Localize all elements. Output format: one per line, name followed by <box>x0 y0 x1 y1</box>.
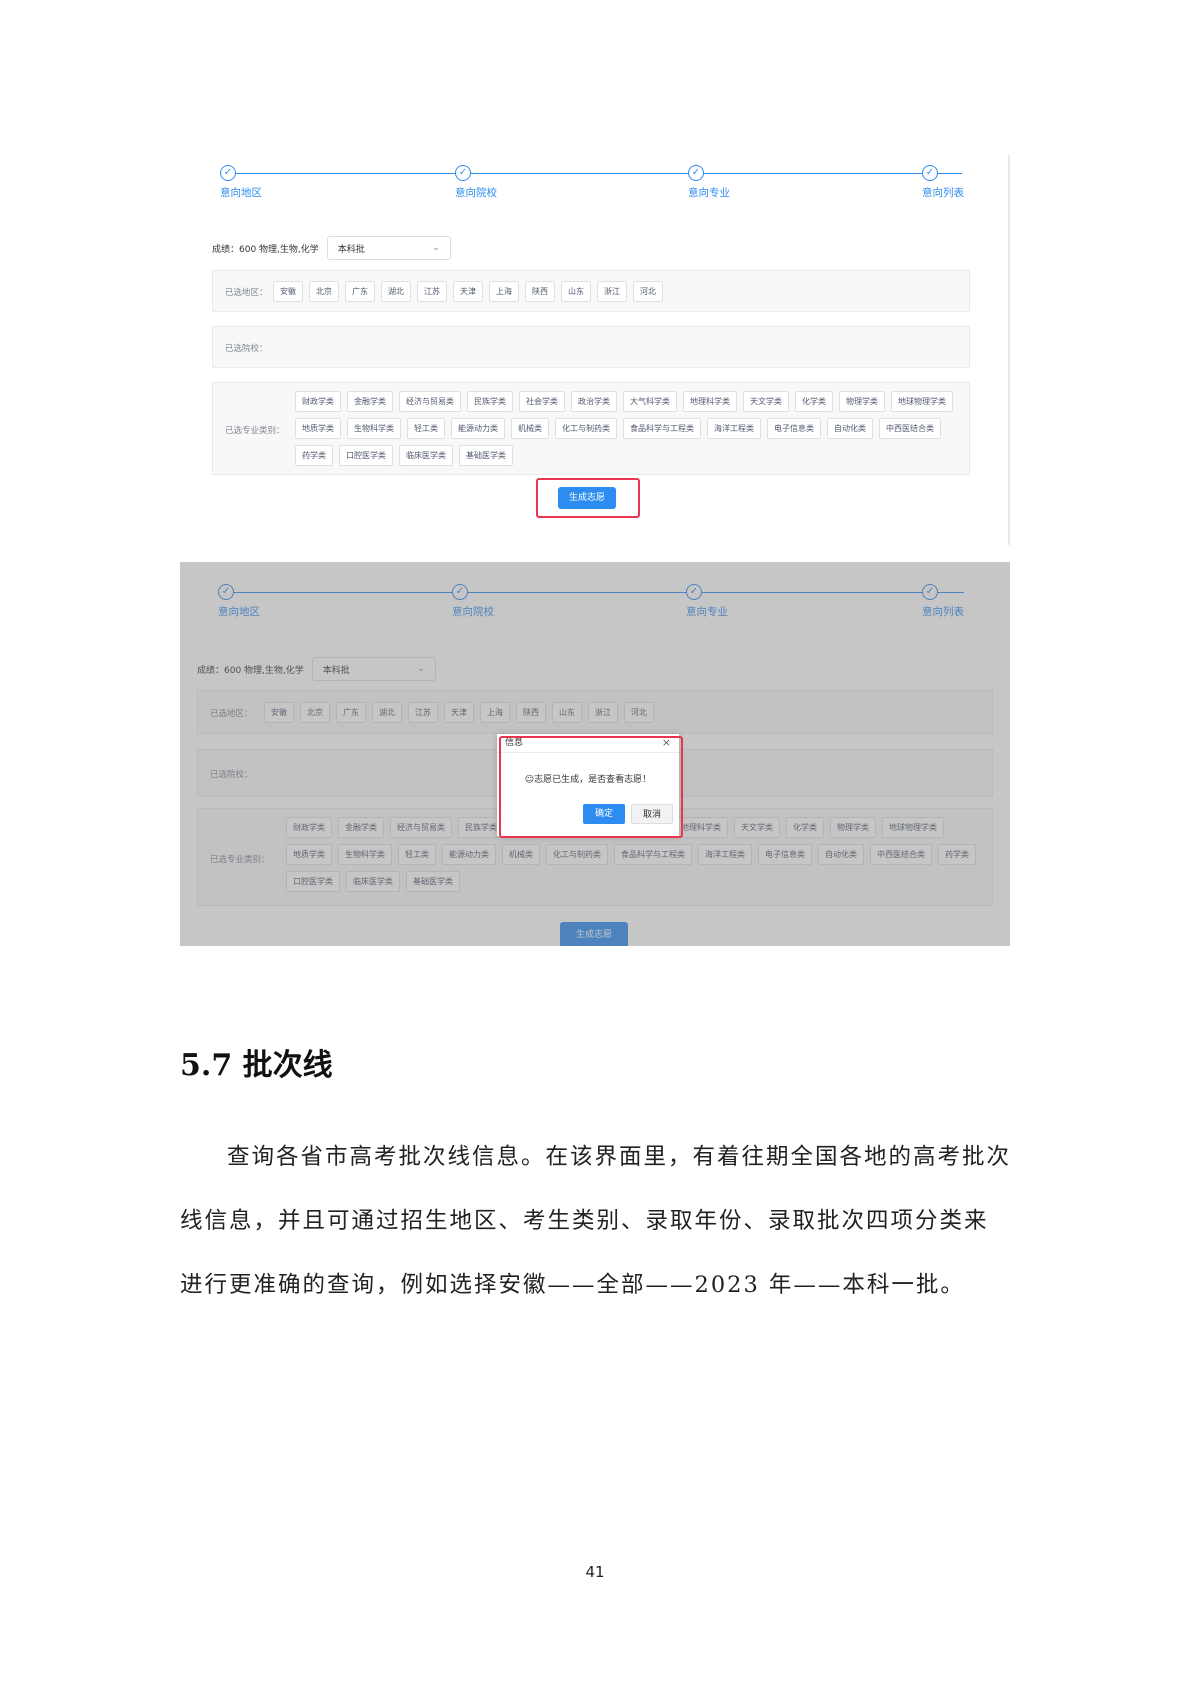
major-tags: 财政学类 金融学类 经济与贸易类 民族学类 社会学类 政治学类 大气科学类 地理… <box>295 391 965 466</box>
check-icon: ✓ <box>688 165 704 181</box>
screenshot-wish-dialog: ✓ 意向地区 ✓ 意向院校 ✓ 意向专业 ✓ 意向列表 成绩：600 物理,生物,化学 … <box>180 562 1010 946</box>
region-tag[interactable]: 广东 <box>345 281 375 302</box>
major-tag[interactable]: 物理学类 <box>839 391 885 412</box>
major-tag[interactable]: 地质学类 <box>295 418 341 439</box>
major-tag[interactable]: 能源动力类 <box>451 418 505 439</box>
region-tag[interactable]: 河北 <box>633 281 663 302</box>
major-tag[interactable]: 政治学类 <box>571 391 617 412</box>
check-icon: ✓ <box>220 165 236 181</box>
major-tag[interactable]: 轻工类 <box>407 418 445 439</box>
region-tag[interactable]: 陕西 <box>525 281 555 302</box>
region-panel: 已选地区： 安徽 北京 广东 湖北 江苏 天津 上海 陕西 山东 浙江 河北 <box>212 270 970 312</box>
school-panel: 已选院校： <box>212 326 970 368</box>
region-tag[interactable]: 浙江 <box>597 281 627 302</box>
major-tag[interactable]: 口腔医学类 <box>339 445 393 466</box>
major-tag[interactable]: 社会学类 <box>519 391 565 412</box>
chevron-down-icon: ⌄ <box>432 243 440 253</box>
major-tag[interactable]: 机械类 <box>511 418 549 439</box>
region-tag[interactable]: 上海 <box>489 281 519 302</box>
screenshot-wish-form: ✓ 意向地区 ✓ 意向院校 ✓ 意向专业 ✓ 意向列表 成绩：600 物理,生物,化学 … <box>180 155 1010 545</box>
page-number: 41 <box>585 1563 605 1581</box>
major-tag[interactable]: 化工与制药类 <box>555 418 617 439</box>
check-icon: ✓ <box>455 165 471 181</box>
stepper: ✓ 意向地区 ✓ 意向院校 ✓ 意向专业 ✓ 意向列表 <box>220 165 964 199</box>
major-tag[interactable]: 电子信息类 <box>767 418 821 439</box>
major-tag[interactable]: 药学类 <box>295 445 333 466</box>
major-tag[interactable]: 海洋工程类 <box>707 418 761 439</box>
region-tags: 安徽 北京 广东 湖北 江苏 天津 上海 陕西 山东 浙江 河北 <box>273 281 663 302</box>
batch-select[interactable]: 本科批 ⌄ <box>326 236 451 260</box>
region-tag[interactable]: 江苏 <box>417 281 447 302</box>
region-tag[interactable]: 安徽 <box>273 281 303 302</box>
major-tag[interactable]: 食品科学与工程类 <box>623 418 701 439</box>
major-tag[interactable]: 中西医结合类 <box>879 418 941 439</box>
major-tag[interactable]: 经济与贸易类 <box>399 391 461 412</box>
major-tag[interactable]: 天文学类 <box>743 391 789 412</box>
major-tag[interactable]: 地球物理学类 <box>891 391 953 412</box>
major-tag[interactable]: 临床医学类 <box>399 445 453 466</box>
major-tag[interactable]: 化学类 <box>795 391 833 412</box>
major-tag[interactable]: 自动化类 <box>827 418 873 439</box>
major-tag[interactable]: 金融学类 <box>347 391 393 412</box>
section-heading: 5.7 批次线 <box>180 1048 333 1083</box>
score-row: 成绩：600 物理,生物,化学 本科批 ⌄ <box>212 235 451 261</box>
major-tag[interactable]: 大气科学类 <box>623 391 677 412</box>
check-icon: ✓ <box>922 165 938 181</box>
region-tag[interactable]: 北京 <box>309 281 339 302</box>
score-label: 成绩：600 物理,生物,化学 <box>212 244 319 255</box>
major-tag[interactable]: 民族学类 <box>467 391 513 412</box>
major-tag[interactable]: 地理科学类 <box>683 391 737 412</box>
major-panel: 已选专业类别： 财政学类 金融学类 经济与贸易类 民族学类 社会学类 政治学类 … <box>212 382 970 475</box>
region-tag[interactable]: 天津 <box>453 281 483 302</box>
major-tag[interactable]: 生物科学类 <box>347 418 401 439</box>
major-tag[interactable]: 财政学类 <box>295 391 341 412</box>
region-tag[interactable]: 山东 <box>561 281 591 302</box>
region-tag[interactable]: 湖北 <box>381 281 411 302</box>
body-paragraph: 查询各省市高考批次线信息。在该界面里，有着往期全国各地的高考批次线信息，并且可通… <box>180 1144 1012 1298</box>
generate-button[interactable]: 生成志愿 <box>558 487 616 509</box>
highlight-box <box>499 736 683 838</box>
major-tag[interactable]: 基础医学类 <box>459 445 513 466</box>
